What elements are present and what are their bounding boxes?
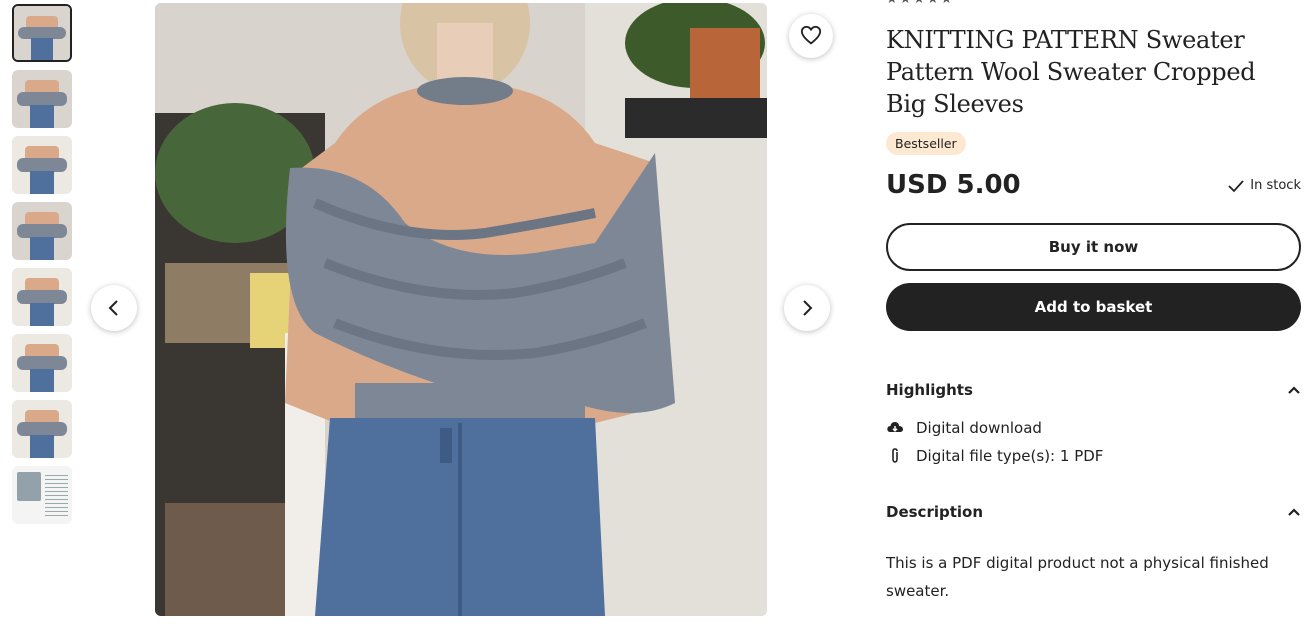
bestseller-badge: Bestseller <box>886 132 966 155</box>
heart-icon <box>800 25 822 45</box>
favorite-button[interactable] <box>789 14 833 58</box>
stock-label: In stock <box>1250 178 1301 193</box>
highlights-heading: Highlights <box>886 381 973 399</box>
next-image-button[interactable] <box>784 285 830 331</box>
thumbnail-list <box>12 4 72 532</box>
chevron-right-icon <box>803 300 813 316</box>
chevron-left-icon <box>108 300 118 316</box>
highlights-header[interactable]: Highlights <box>886 381 1301 399</box>
thumbnail-2[interactable] <box>12 70 72 128</box>
check-icon <box>1228 179 1244 192</box>
highlight-digital-download: Digital download <box>886 419 1042 437</box>
cloud-download-icon <box>887 422 903 432</box>
rating-stars: ★★★★★ <box>886 0 954 7</box>
highlight-file-type: Digital file type(s): 1 PDF <box>886 447 1103 465</box>
thumbnail-1[interactable] <box>12 4 72 62</box>
thumbnail-5[interactable] <box>12 268 72 326</box>
description-header[interactable]: Description <box>886 503 1301 521</box>
product-image[interactable] <box>155 3 767 616</box>
price: USD 5.00 <box>886 170 1021 200</box>
description-text: This is a PDF digital product not a phys… <box>886 554 1269 600</box>
buy-it-now-button[interactable]: Buy it now <box>886 223 1301 271</box>
stock-status: In stock <box>1228 178 1301 193</box>
product-photo-illustration <box>155 3 767 616</box>
thumbnail-3[interactable] <box>12 136 72 194</box>
thumbnail-7[interactable] <box>12 400 72 458</box>
thumbnail-4[interactable] <box>12 202 72 260</box>
thumbnail-8[interactable] <box>12 466 72 524</box>
listing-title: KNITTING PATTERN Sweater Pattern Wool Sw… <box>886 26 1256 118</box>
previous-image-button[interactable] <box>91 285 137 331</box>
highlight-label: Digital download <box>916 419 1042 437</box>
highlight-label: Digital file type(s): 1 PDF <box>916 447 1104 465</box>
add-to-basket-button[interactable]: Add to basket <box>886 283 1301 331</box>
thumbnail-6[interactable] <box>12 334 72 392</box>
description-heading: Description <box>886 503 984 521</box>
chevron-up-icon <box>1288 508 1300 516</box>
chevron-up-icon <box>1288 386 1300 394</box>
paperclip-icon <box>892 448 898 463</box>
